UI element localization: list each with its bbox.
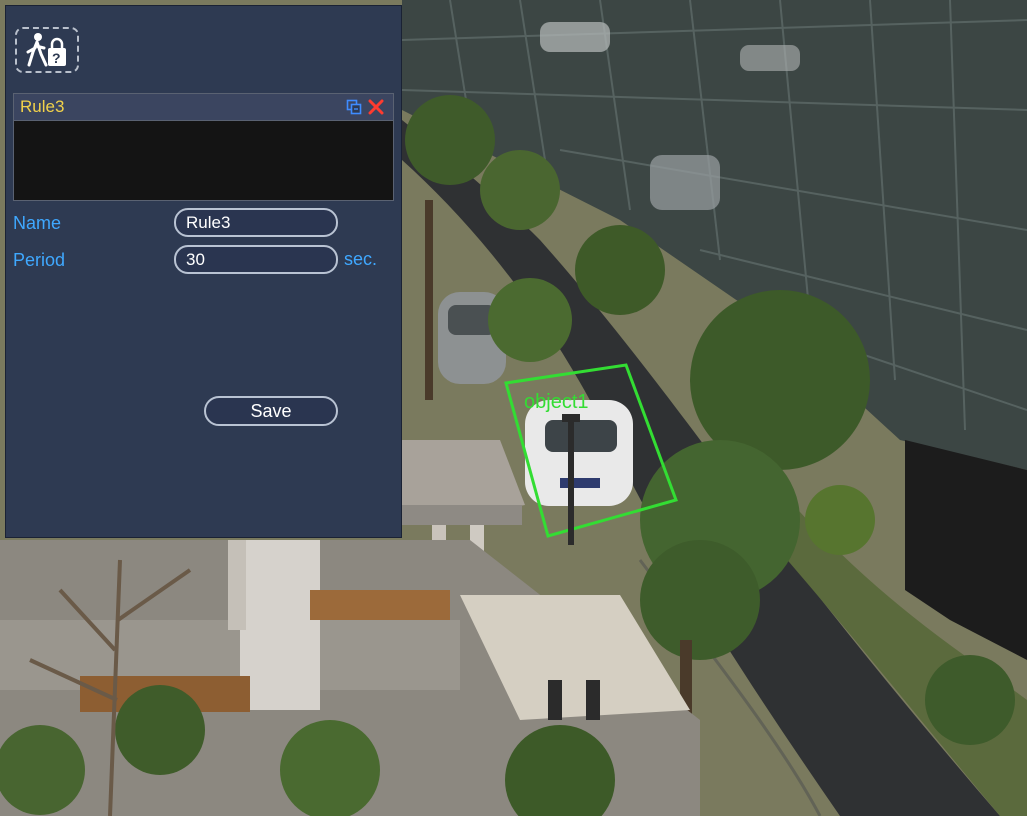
rule-name-label: Rule3 <box>20 97 65 116</box>
save-button[interactable]: Save <box>204 396 338 426</box>
detection-label: object1 <box>524 391 589 413</box>
rule-settings-panel: ? Rule3 Name Rule3 Period 30 sec. Save <box>5 5 402 538</box>
svg-text:?: ? <box>52 50 61 66</box>
close-icon[interactable] <box>365 96 387 118</box>
period-field[interactable]: 30 <box>174 245 338 274</box>
period-unit-label: sec. <box>344 249 378 269</box>
rule-list-item[interactable]: Rule3 <box>14 94 393 121</box>
rule-list: Rule3 <box>13 93 394 201</box>
copy-icon[interactable] <box>343 96 365 118</box>
name-label: Name <box>13 213 62 233</box>
period-label: Period <box>13 250 66 270</box>
pedestrian-lock-help-icon: ? <box>26 33 66 67</box>
rule-tool-button[interactable]: ? <box>15 27 79 73</box>
rule-name-field[interactable]: Rule3 <box>174 208 338 237</box>
